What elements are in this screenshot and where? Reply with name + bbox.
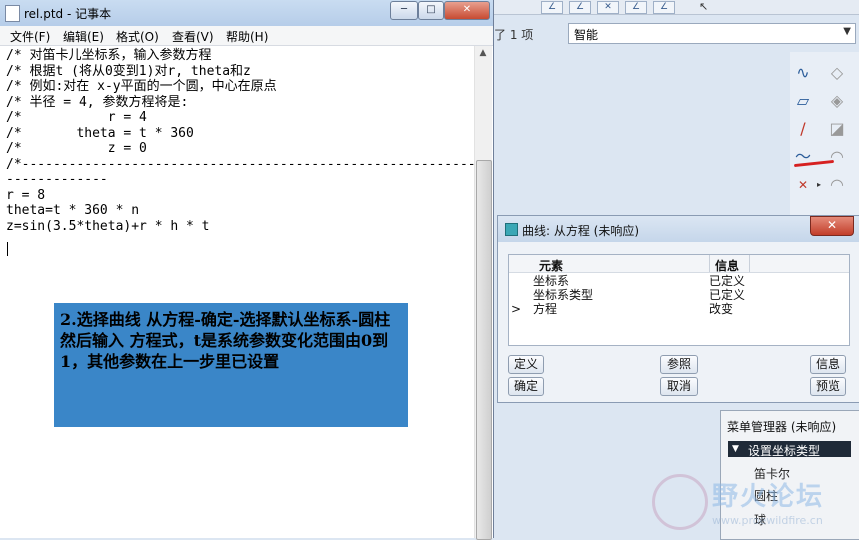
notepad-title-bar[interactable]: rel.ptd - 记事本 ─ □ ✕ [0, 0, 493, 26]
text-caret [7, 242, 8, 256]
table-row-element[interactable]: 坐标系 [533, 274, 569, 288]
preview-button[interactable]: 预览 [810, 377, 846, 396]
table-row-element[interactable]: 方程 [533, 302, 557, 316]
sketch-tool-icon[interactable]: ∠ [625, 1, 647, 14]
sketch-tool-icon[interactable]: ∠ [569, 1, 591, 14]
element-info-table: 元素 信息 坐标系 已定义 坐标系类型 已定义 > 方程 改变 [508, 254, 850, 346]
curve-from-equation-dialog: 曲线: 从方程 (未响应) ✕ 元素 信息 坐标系 已定义 坐标系类型 已定义 … [497, 215, 859, 403]
scroll-up-icon[interactable]: ▲ [477, 48, 489, 60]
collapse-triangle-icon[interactable]: ▼ [732, 444, 739, 454]
sketch-tool-icon[interactable]: ✕ [597, 1, 619, 14]
selection-count-label: 了 1 项 [494, 28, 534, 42]
notepad-window: rel.ptd - 记事本 ─ □ ✕ 文件(F) 编辑(E) 格式(O) 查看… [0, 0, 494, 540]
plane-icon[interactable]: ▱ [792, 90, 814, 112]
row-marker: > [511, 302, 522, 316]
sketch-tool-icon[interactable]: ∠ [541, 1, 563, 14]
forum-watermark: 野火论坛 www.proewildfire.cn [648, 472, 859, 538]
menu-format[interactable]: 格式(O) [116, 28, 159, 45]
dialog-icon [505, 223, 518, 236]
dialog-title: 曲线: 从方程 (未响应) [522, 224, 640, 238]
chevron-down-icon[interactable]: ▼ [843, 26, 851, 37]
menu-file[interactable]: 文件(F) [10, 28, 50, 45]
expand-arrow-icon[interactable]: ▸ [817, 180, 821, 189]
column-divider [709, 255, 710, 272]
rotate-icon[interactable]: ◈ [826, 90, 848, 112]
dialog-title-bar[interactable]: 曲线: 从方程 (未响应) ✕ [498, 216, 859, 242]
ok-button[interactable]: 确定 [508, 377, 544, 396]
instruction-annotation: 2.选择曲线 从方程-确定-选择默认坐标系-圆柱 然后输入 方程式，t是系统参数… [54, 303, 408, 427]
cancel-button[interactable]: 取消 [660, 377, 698, 396]
selection-filter-dropdown[interactable]: 智能 ▼ [568, 23, 856, 44]
sketch-tool-icon[interactable]: ∠ [653, 1, 675, 14]
close-icon[interactable]: ✕ [810, 216, 854, 236]
menu-header-label: 设置坐标类型 [748, 444, 821, 458]
menu-edit[interactable]: 编辑(E) [63, 28, 104, 45]
scrollbar-thumb[interactable] [476, 160, 492, 540]
curve-icon[interactable]: ∿ [792, 62, 814, 84]
reference-button[interactable]: 参照 [660, 355, 698, 374]
define-button[interactable]: 定义 [508, 355, 544, 374]
table-row-info: 改变 [709, 302, 734, 316]
table-row-info: 已定义 [709, 274, 746, 288]
maximize-button[interactable]: □ [418, 1, 444, 20]
instruction-text: 2.选择曲线 从方程-确定-选择默认坐标系-圆柱 然后输入 方程式，t是系统参数… [60, 310, 391, 371]
window-title: rel.ptd - 记事本 [24, 7, 112, 21]
close-button[interactable]: ✕ [444, 1, 490, 20]
watermark-text: 野火论坛 [712, 482, 825, 512]
column-header-element: 元素 [539, 259, 564, 273]
watermark-url: www.proewildfire.cn [712, 514, 823, 527]
notepad-icon [5, 5, 20, 22]
boundary-icon[interactable]: ◠ [826, 174, 848, 196]
text-editor[interactable]: /* 对笛卡儿坐标系，输入参数方程 /* 根据t (将从0变到1)对r, the… [6, 48, 476, 234]
top-toolbar-strip: ∠ ∠ ✕ ∠ ∠ ↖ [493, 0, 859, 15]
blend-icon[interactable]: ◠ [826, 146, 848, 168]
sweep-icon[interactable]: ◪ [826, 118, 848, 140]
menu-manager-title: 菜单管理器 (未响应) [727, 420, 837, 434]
column-header-info: 信息 [715, 259, 740, 273]
menu-help[interactable]: 帮助(H) [226, 28, 268, 45]
coordinate-type-menu-header[interactable]: ▼ 设置坐标类型 [728, 441, 851, 458]
selection-filter-value: 智能 [574, 28, 599, 42]
datum-toolbar: ∿ ◇ ▱ ◈ / ◪ 〜 ◠ ✕ ▸ ◠ [790, 52, 859, 232]
minimize-button[interactable]: ─ [390, 1, 418, 20]
cursor-icon: ↖ [699, 0, 709, 13]
table-row-info: 已定义 [709, 288, 746, 302]
info-button[interactable]: 信息 [810, 355, 846, 374]
surface-icon[interactable]: ◇ [826, 62, 848, 84]
watermark-logo-icon [652, 474, 708, 530]
column-divider [749, 255, 750, 272]
axis-icon[interactable]: / [792, 118, 814, 140]
point-icon[interactable]: ✕ [792, 174, 814, 196]
menu-bar: 文件(F) 编辑(E) 格式(O) 查看(V) 帮助(H) [0, 26, 493, 46]
menu-view[interactable]: 查看(V) [172, 28, 214, 45]
table-row-element[interactable]: 坐标系类型 [533, 288, 593, 302]
